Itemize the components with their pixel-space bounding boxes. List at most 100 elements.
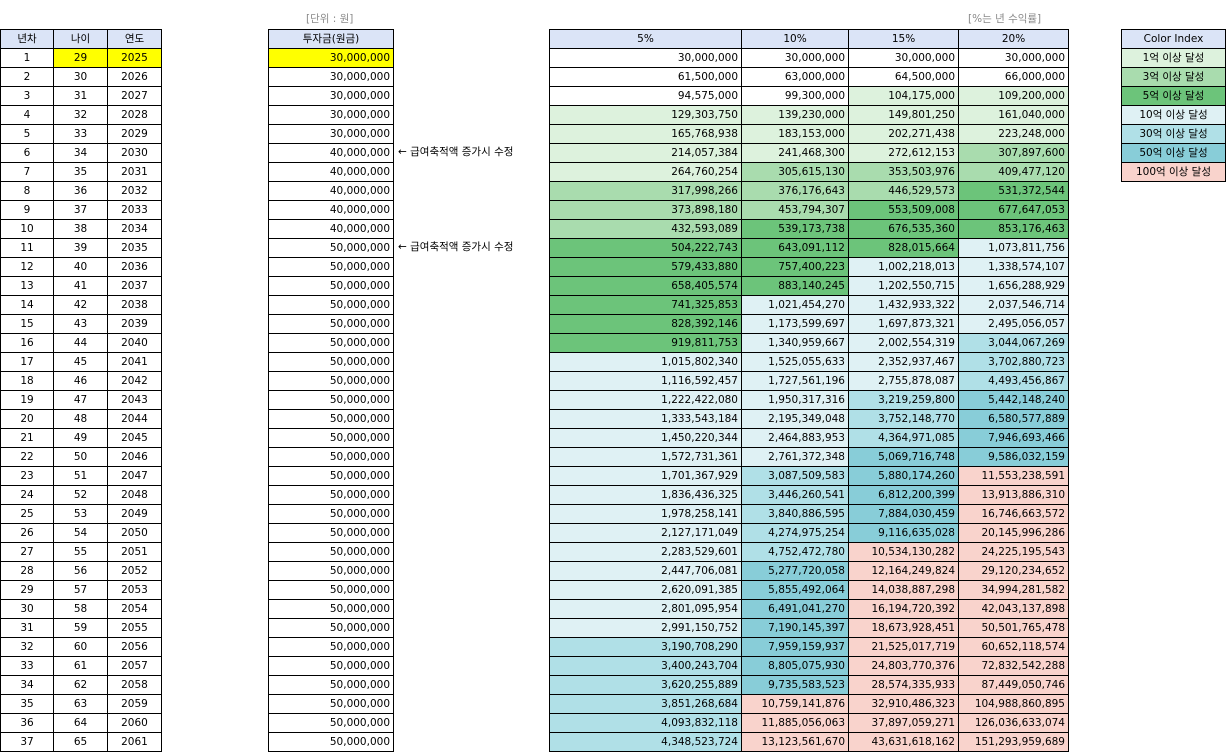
return-15pct-cell[interactable]: 2,002,554,319 [848,333,959,353]
return-5pct-header[interactable]: 5% [549,29,742,49]
invest-cell[interactable]: 50,000,000 [268,333,394,353]
return-15pct-cell[interactable]: 28,574,335,933 [848,675,959,695]
year-index-cell[interactable]: 24 [0,485,54,505]
invest-cell[interactable]: 50,000,000 [268,732,394,752]
year-index-cell[interactable]: 29 [0,580,54,600]
return-15pct-cell[interactable]: 446,529,573 [848,181,959,201]
return-5pct-cell[interactable]: 1,015,802,340 [549,352,742,372]
return-15pct-cell[interactable]: 553,509,008 [848,200,959,220]
invest-cell[interactable]: 30,000,000 [268,86,394,106]
return-20pct-cell[interactable]: 20,145,996,286 [958,523,1069,543]
calendar-year-cell[interactable]: 2030 [107,143,162,163]
year-index-cell[interactable]: 25 [0,504,54,524]
invest-cell[interactable]: 40,000,000 [268,181,394,201]
invest-cell[interactable]: 50,000,000 [268,295,394,315]
return-15pct-cell[interactable]: 14,038,887,298 [848,580,959,600]
return-5pct-cell[interactable]: 2,991,150,752 [549,618,742,638]
return-10pct-cell[interactable]: 139,230,000 [741,105,849,125]
age-cell[interactable]: 59 [53,618,108,638]
age-cell[interactable]: 57 [53,580,108,600]
return-20pct-cell[interactable]: 13,913,886,310 [958,485,1069,505]
return-10pct-cell[interactable]: 63,000,000 [741,67,849,87]
year-index-cell[interactable]: 27 [0,542,54,562]
calendar-year-cell[interactable]: 2039 [107,314,162,334]
invest-cell[interactable]: 50,000,000 [268,523,394,543]
invest-cell[interactable]: 50,000,000 [268,637,394,657]
return-5pct-cell[interactable]: 1,836,436,325 [549,485,742,505]
return-20pct-cell[interactable]: 223,248,000 [958,124,1069,144]
return-10pct-cell[interactable]: 5,855,492,064 [741,580,849,600]
return-20pct-cell[interactable]: 34,994,281,582 [958,580,1069,600]
return-10pct-cell[interactable]: 9,735,583,523 [741,675,849,695]
return-5pct-cell[interactable]: 1,701,367,929 [549,466,742,486]
return-15pct-cell[interactable]: 64,500,000 [848,67,959,87]
return-10pct-cell[interactable]: 3,087,509,583 [741,466,849,486]
color-index-item[interactable]: 3억 이상 달성 [1121,67,1226,87]
calendar-year-cell[interactable]: 2046 [107,447,162,467]
return-15pct-cell[interactable]: 1,432,933,322 [848,295,959,315]
return-20pct-cell[interactable]: 72,832,542,288 [958,656,1069,676]
return-10pct-cell[interactable]: 11,885,056,063 [741,713,849,733]
age-cell[interactable]: 49 [53,428,108,448]
age-cell[interactable]: 39 [53,238,108,258]
return-20pct-cell[interactable]: 3,702,880,723 [958,352,1069,372]
age-cell[interactable]: 48 [53,409,108,429]
return-20pct-cell[interactable]: 11,553,238,591 [958,466,1069,486]
year-index-cell[interactable]: 32 [0,637,54,657]
return-15pct-cell[interactable]: 149,801,250 [848,105,959,125]
return-20pct-cell[interactable]: 677,647,053 [958,200,1069,220]
invest-cell[interactable]: 30,000,000 [268,105,394,125]
return-20pct-cell[interactable]: 87,449,050,746 [958,675,1069,695]
invest-header[interactable]: 투자금(원금) [268,29,394,49]
return-15pct-cell[interactable]: 5,880,174,260 [848,466,959,486]
return-10pct-cell[interactable]: 3,840,886,595 [741,504,849,524]
return-5pct-cell[interactable]: 2,801,095,954 [549,599,742,619]
age-cell[interactable]: 63 [53,694,108,714]
year-index-cell[interactable]: 10 [0,219,54,239]
age-cell[interactable]: 37 [53,200,108,220]
age-cell[interactable]: 62 [53,675,108,695]
age-cell[interactable]: 33 [53,124,108,144]
invest-cell[interactable]: 50,000,000 [268,466,394,486]
return-5pct-cell[interactable]: 1,116,592,457 [549,371,742,391]
return-20pct-cell[interactable]: 7,946,693,466 [958,428,1069,448]
calendar-year-cell[interactable]: 2061 [107,732,162,752]
year-index-cell[interactable]: 20 [0,409,54,429]
calendar-year-cell[interactable]: 2033 [107,200,162,220]
age-cell[interactable]: 47 [53,390,108,410]
invest-cell[interactable]: 50,000,000 [268,352,394,372]
year-index-cell[interactable]: 17 [0,352,54,372]
invest-cell[interactable]: 50,000,000 [268,713,394,733]
year-index-cell[interactable]: 16 [0,333,54,353]
return-10pct-cell[interactable]: 5,277,720,058 [741,561,849,581]
return-15pct-cell[interactable]: 5,069,716,748 [848,447,959,467]
calendar-year-cell[interactable]: 2060 [107,713,162,733]
age-cell[interactable]: 35 [53,162,108,182]
return-5pct-cell[interactable]: 1,333,543,184 [549,409,742,429]
return-15pct-cell[interactable]: 24,803,770,376 [848,656,959,676]
return-15pct-cell[interactable]: 272,612,153 [848,143,959,163]
return-20pct-cell[interactable]: 151,293,959,689 [958,732,1069,752]
return-10pct-header[interactable]: 10% [741,29,849,49]
age-cell[interactable]: 46 [53,371,108,391]
invest-cell[interactable]: 40,000,000 [268,162,394,182]
year-index-cell[interactable]: 2 [0,67,54,87]
age-cell[interactable]: 58 [53,599,108,619]
year-index-cell[interactable]: 36 [0,713,54,733]
return-5pct-cell[interactable]: 1,572,731,361 [549,447,742,467]
invest-cell[interactable]: 40,000,000 [268,200,394,220]
return-5pct-cell[interactable]: 129,303,750 [549,105,742,125]
year-index-cell[interactable]: 13 [0,276,54,296]
age-cell[interactable]: 53 [53,504,108,524]
year-index-cell[interactable]: 33 [0,656,54,676]
calendar-year-header[interactable]: 연도 [107,29,162,49]
return-15pct-cell[interactable]: 828,015,664 [848,238,959,258]
return-5pct-cell[interactable]: 1,222,422,080 [549,390,742,410]
return-10pct-cell[interactable]: 30,000,000 [741,48,849,68]
age-cell[interactable]: 44 [53,333,108,353]
age-cell[interactable]: 34 [53,143,108,163]
calendar-year-cell[interactable]: 2058 [107,675,162,695]
return-15pct-cell[interactable]: 30,000,000 [848,48,959,68]
age-cell[interactable]: 65 [53,732,108,752]
color-index-header[interactable]: Color Index [1121,29,1226,49]
